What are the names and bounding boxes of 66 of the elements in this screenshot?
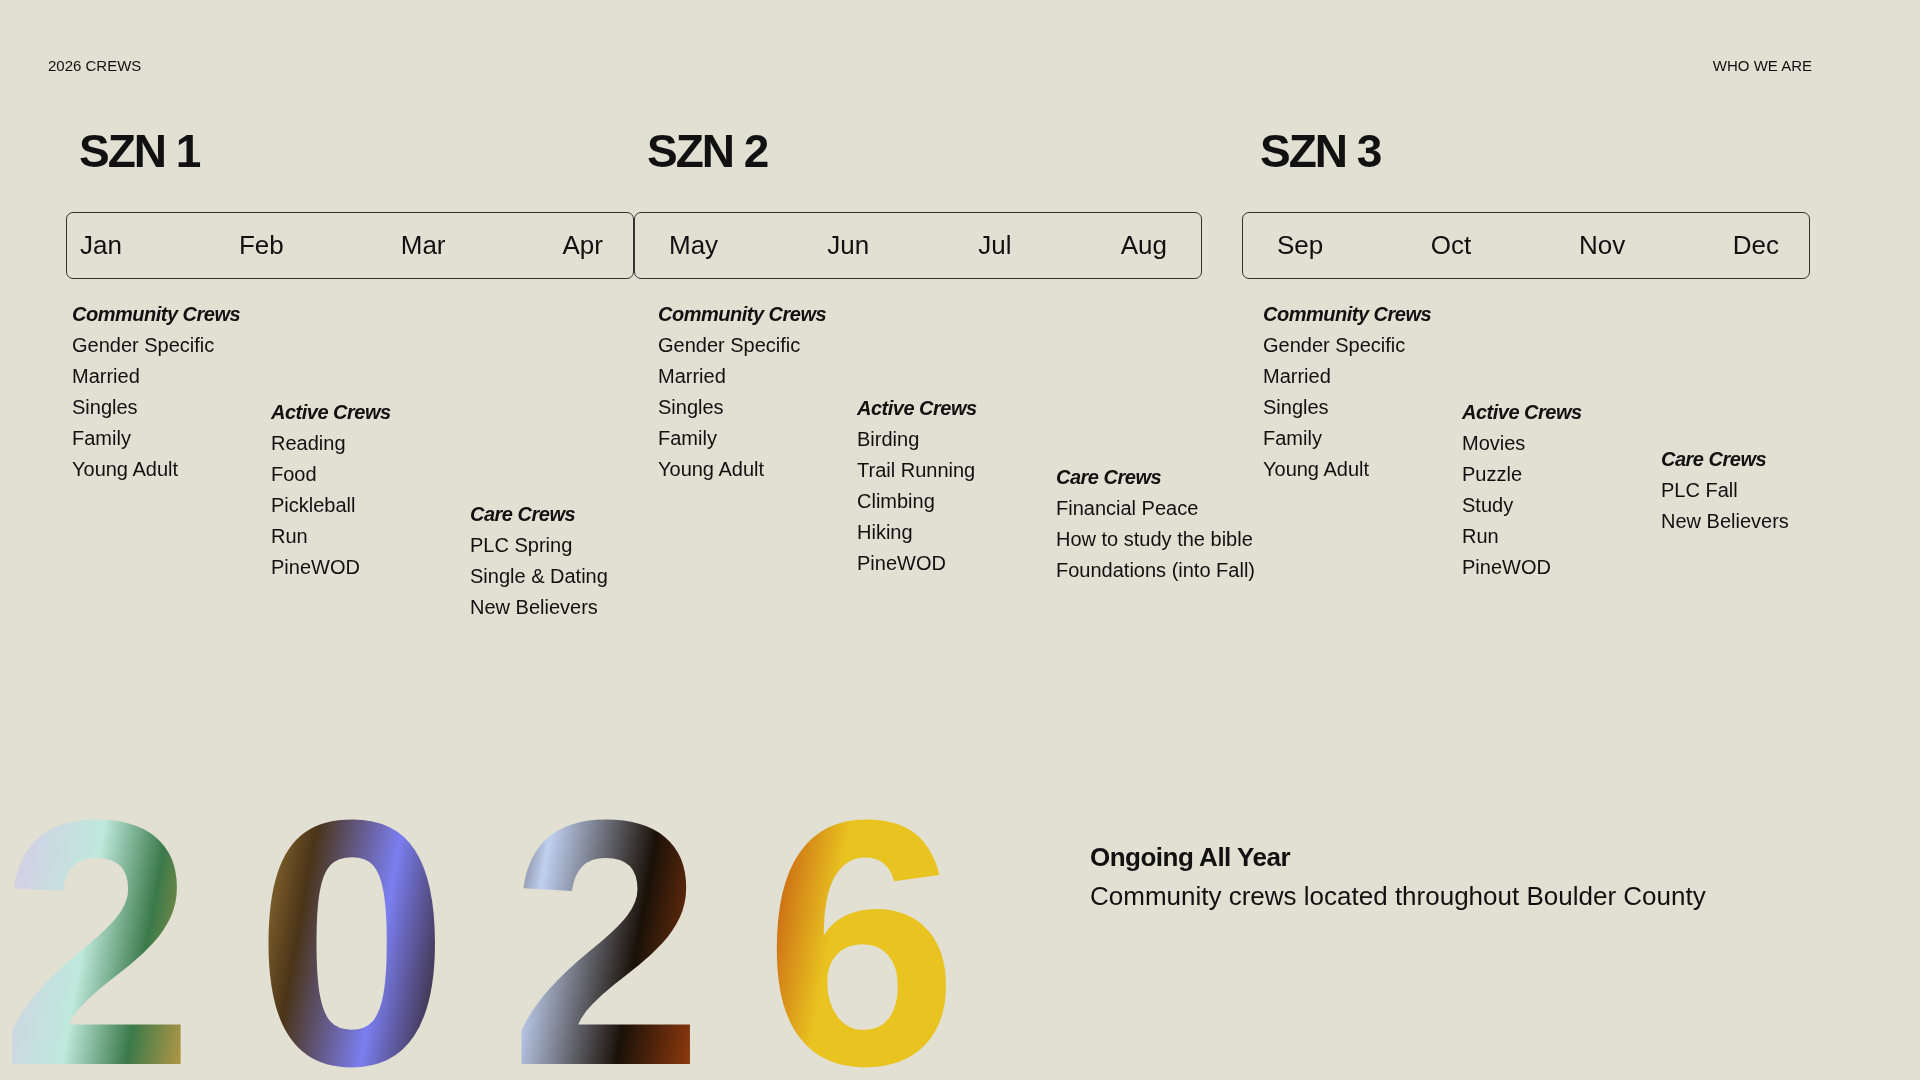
month-label: May (669, 230, 719, 261)
crew-item: Gender Specific (658, 333, 802, 358)
group-title: Active Crews (1462, 400, 1583, 425)
crew-item: Gender Specific (1263, 333, 1407, 358)
season-title: SZN 2 (647, 124, 769, 179)
group-title: Community Crews (658, 302, 828, 327)
crew-item: New Believers (1661, 509, 1790, 534)
ongoing-title: Ongoing All Year (1090, 842, 1292, 873)
month-label: Apr (562, 230, 603, 261)
group-title: Care Crews (1661, 447, 1768, 472)
crew-item: Foundations (into Fall) (1056, 558, 1255, 583)
crew-item: Young Adult (658, 457, 766, 482)
crew-item: Singles (1263, 395, 1330, 420)
crew-item: Run (271, 524, 309, 549)
crew-item: Gender Specific (72, 333, 216, 358)
crew-item: Birding (857, 427, 921, 452)
nav-link[interactable]: WHO WE ARE (1712, 57, 1812, 74)
crew-item: PLC Spring (470, 533, 574, 558)
crew-item: Food (271, 462, 318, 487)
month-label: Aug (1120, 230, 1167, 261)
month-label: Oct (1430, 230, 1472, 261)
crew-item: Married (72, 364, 141, 389)
month-label: Sep (1277, 230, 1324, 261)
month-label: Nov (1578, 230, 1626, 261)
crew-item: PineWOD (857, 551, 947, 576)
month-label: Jul (978, 230, 1012, 261)
crew-item: Climbing (857, 489, 936, 514)
month-label: Jun (827, 230, 870, 261)
group-title: Community Crews (72, 302, 242, 327)
month-label: Jan (80, 230, 122, 261)
group-title: Community Crews (1263, 302, 1433, 327)
crew-item: Young Adult (72, 457, 180, 482)
month-label: Dec (1732, 230, 1779, 261)
month-label: Feb (238, 230, 284, 261)
crew-item: New Believers (470, 595, 599, 620)
season-title: SZN 3 (1260, 124, 1382, 179)
crew-item: Family (72, 426, 132, 451)
month-label: Mar (400, 230, 446, 261)
crew-item: PineWOD (271, 555, 361, 580)
crew-item: Reading (271, 431, 347, 456)
crew-item: Married (658, 364, 727, 389)
crew-item: Study (1462, 493, 1515, 518)
crew-item: Singles (658, 395, 725, 420)
crew-item: PLC Fall (1661, 478, 1739, 503)
crew-item: How to study the bible (1056, 527, 1254, 552)
crew-item: Financial Peace (1056, 496, 1200, 521)
site-title[interactable]: 2026 CREWS (48, 57, 142, 74)
crew-item: Singles (72, 395, 139, 420)
ongoing-text: Community crews located throughout Boulder County (1090, 881, 1706, 912)
crew-item: Hiking (857, 520, 914, 545)
group-title: Active Crews (271, 400, 392, 425)
crew-item: Young Adult (1263, 457, 1371, 482)
crew-item: Family (1263, 426, 1323, 451)
crew-item: Single & Dating (470, 564, 609, 589)
crew-item: Family (658, 426, 718, 451)
group-title: Care Crews (470, 502, 577, 527)
crew-item: Pickleball (271, 493, 357, 518)
crew-item: Movies (1462, 431, 1527, 456)
season-title: SZN 1 (79, 124, 201, 179)
crew-item: Married (1263, 364, 1332, 389)
crew-item: Puzzle (1462, 462, 1524, 487)
crew-item: Run (1462, 524, 1500, 549)
crew-item: Trail Running (857, 458, 977, 483)
crew-item: PineWOD (1462, 555, 1552, 580)
group-title: Active Crews (857, 396, 978, 421)
group-title: Care Crews (1056, 465, 1163, 490)
